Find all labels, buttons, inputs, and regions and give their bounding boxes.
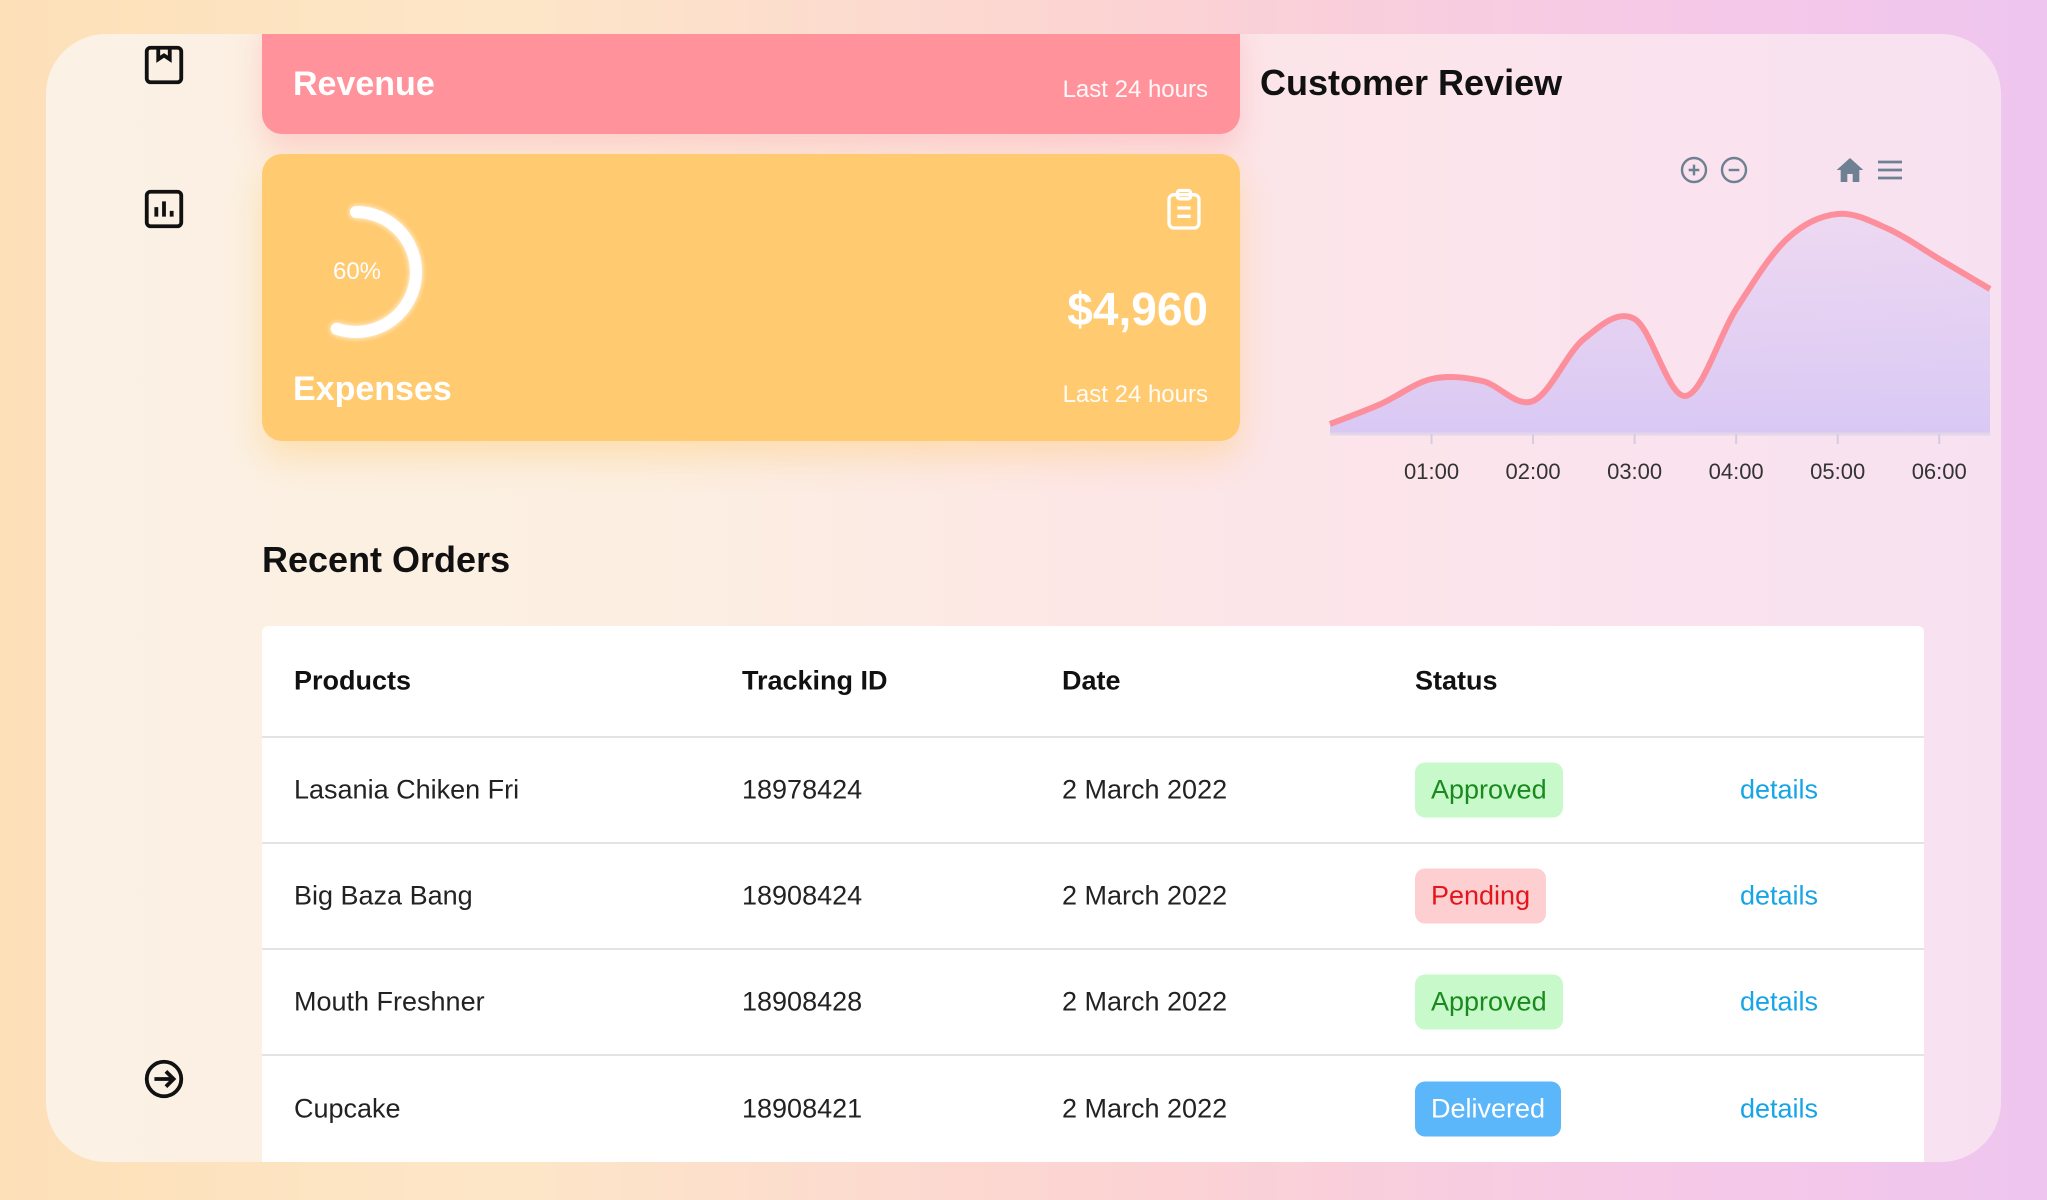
- expenses-value: $4,960: [1067, 283, 1208, 335]
- expenses-card[interactable]: 60% $4,960 Expenses Last 24 hours: [262, 154, 1240, 441]
- details-link[interactable]: details: [1740, 881, 1818, 912]
- menu-icon[interactable]: [1874, 154, 1906, 186]
- expenses-title: Expenses: [293, 370, 452, 408]
- column-header[interactable]: Date: [1062, 666, 1121, 697]
- x-tick-label: 03:00: [1607, 459, 1662, 484]
- customer-review-title: Customer Review: [1260, 62, 1563, 103]
- logout-icon[interactable]: [141, 1056, 187, 1102]
- zoom-in-icon[interactable]: [1678, 154, 1710, 186]
- status-badge: Delivered: [1415, 1081, 1562, 1137]
- date-cell: 2 March 2022: [1062, 1093, 1228, 1124]
- table-row[interactable]: Big Baza Bang 18908424 2 March 2022 Pend…: [262, 844, 1924, 950]
- table-header-row: Products Tracking ID Date Status: [262, 626, 1924, 738]
- recent-orders-title: Recent Orders: [262, 539, 511, 580]
- series-area: [1330, 213, 1990, 434]
- revenue-title: Revenue: [293, 65, 435, 103]
- revenue-subtitle: Last 24 hours: [1062, 76, 1208, 103]
- product-cell: Lasania Chiken Fri: [294, 774, 520, 805]
- clipboard-icon: [1164, 188, 1204, 232]
- details-link[interactable]: details: [1740, 775, 1818, 806]
- chart-svg: 01:00 02:00 03:00 04:00 05:00 06:00: [1328, 210, 1992, 484]
- table-row[interactable]: Mouth Freshner 18908428 2 March 2022 App…: [262, 950, 1924, 1056]
- x-tick-label: 02:00: [1506, 459, 1561, 484]
- x-tick-label: 06:00: [1912, 459, 1967, 484]
- bookmark-box-icon[interactable]: [141, 42, 187, 88]
- product-cell: Cupcake: [294, 1093, 401, 1124]
- revenue-card[interactable]: Revenue Last 24 hours: [262, 34, 1240, 134]
- table-row[interactable]: Cupcake 18908421 2 March 2022 Delivered …: [262, 1056, 1924, 1162]
- product-cell: Mouth Freshner: [294, 986, 485, 1017]
- tracking-cell: 18908424: [742, 880, 863, 911]
- tracking-cell: 18908428: [742, 986, 863, 1017]
- column-header[interactable]: Products: [294, 666, 411, 697]
- column-header[interactable]: Tracking ID: [742, 666, 888, 697]
- status-badge: Approved: [1415, 762, 1563, 818]
- expenses-subtitle: Last 24 hours: [1062, 381, 1208, 408]
- home-icon[interactable]: [1834, 154, 1866, 186]
- customer-review-chart: 01:00 02:00 03:00 04:00 05:00 06:00: [1276, 154, 1996, 484]
- app-frame: Revenue Last 24 hours 60% $4,960 Expense…: [46, 34, 2001, 1162]
- details-link[interactable]: details: [1740, 1094, 1818, 1125]
- orders-table: Products Tracking ID Date Status Lasania…: [262, 626, 1924, 1162]
- progress-label: 60%: [332, 258, 382, 285]
- status-badge: Approved: [1415, 974, 1563, 1030]
- date-cell: 2 March 2022: [1062, 774, 1228, 805]
- details-link[interactable]: details: [1740, 987, 1818, 1018]
- zoom-out-icon[interactable]: [1718, 154, 1750, 186]
- table-row[interactable]: Lasania Chiken Fri 18978424 2 March 2022…: [262, 738, 1924, 844]
- bar-chart-icon[interactable]: [141, 186, 187, 232]
- x-tick-label: 01:00: [1404, 459, 1459, 484]
- status-badge: Pending: [1415, 868, 1547, 924]
- column-header[interactable]: Status: [1415, 666, 1498, 697]
- tracking-cell: 18908421: [742, 1093, 863, 1124]
- date-cell: 2 March 2022: [1062, 986, 1228, 1017]
- date-cell: 2 March 2022: [1062, 880, 1228, 911]
- tracking-cell: 18978424: [742, 774, 863, 805]
- x-tick-label: 05:00: [1810, 459, 1865, 484]
- product-cell: Big Baza Bang: [294, 880, 473, 911]
- x-tick-label: 04:00: [1709, 459, 1764, 484]
